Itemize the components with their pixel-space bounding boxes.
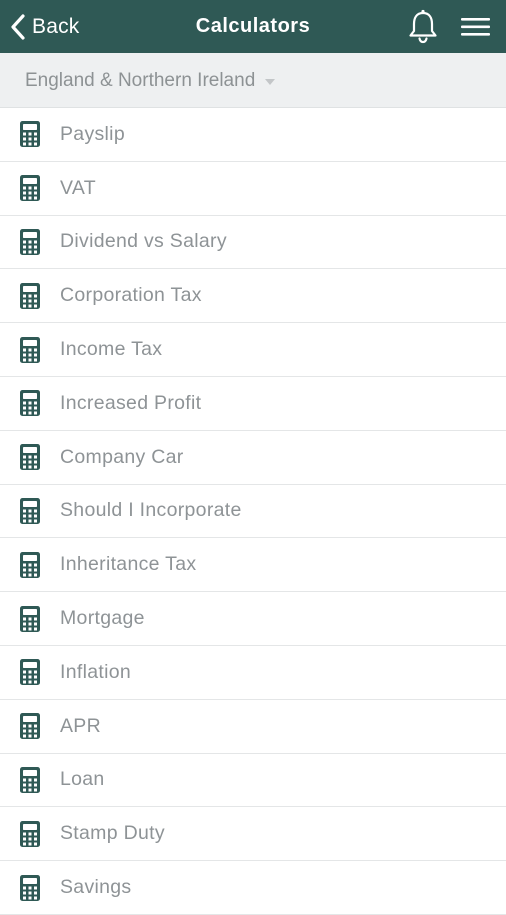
app-header: Back Calculators — [0, 0, 506, 53]
calculator-icon — [19, 658, 41, 686]
list-item[interactable]: Inheritance Tax — [0, 538, 506, 593]
list-item[interactable]: Loan — [0, 754, 506, 808]
list-item-label: Loan — [60, 768, 105, 791]
region-dropdown[interactable]: England & Northern Ireland — [25, 53, 276, 108]
list-item[interactable]: VAT — [0, 162, 506, 216]
list-item[interactable]: Stamp Duty — [0, 807, 506, 862]
calculator-icon — [19, 874, 41, 902]
list-item-label: Savings — [60, 876, 132, 899]
list-item-label: Increased Profit — [60, 391, 202, 414]
calculator-icon — [19, 820, 41, 848]
caret-down-icon — [265, 78, 276, 85]
list-item[interactable]: Company Car — [0, 431, 506, 485]
list-item-label: Should I Incorporate — [60, 499, 242, 522]
list-item[interactable]: Should I Incorporate — [0, 485, 506, 539]
calculator-list: Payslip VAT Dividend vs Salary Corporation … — [0, 108, 506, 915]
list-item[interactable]: Corporation Tax — [0, 269, 506, 324]
calculator-icon — [19, 551, 41, 579]
list-item-label: VAT — [60, 176, 96, 199]
list-item[interactable]: Increased Profit — [0, 377, 506, 431]
calculator-icon — [19, 712, 41, 740]
list-item-label: Payslip — [60, 122, 125, 145]
calculator-icon — [19, 605, 41, 633]
list-item[interactable]: APR — [0, 700, 506, 754]
calculator-icon — [19, 443, 41, 471]
calculator-icon — [19, 336, 41, 364]
region-selected-value: England & Northern Ireland — [25, 69, 256, 91]
list-item-label: Inflation — [60, 660, 131, 683]
list-item-label: Corporation Tax — [60, 284, 202, 307]
list-item-label: Stamp Duty — [60, 822, 165, 845]
list-item[interactable]: Savings — [0, 861, 506, 915]
list-item-label: Company Car — [60, 445, 184, 468]
calculator-icon — [19, 497, 41, 525]
list-item[interactable]: Inflation — [0, 646, 506, 700]
list-item-label: APR — [60, 714, 101, 737]
list-item-label: Mortgage — [60, 607, 145, 630]
list-item-label: Dividend vs Salary — [60, 230, 227, 253]
list-item[interactable]: Payslip — [0, 108, 506, 162]
hamburger-menu-icon[interactable] — [458, 12, 494, 42]
list-item[interactable]: Mortgage — [0, 592, 506, 646]
calculator-icon — [19, 282, 41, 310]
list-item[interactable]: Dividend vs Salary — [0, 216, 506, 270]
calculator-icon — [19, 228, 41, 256]
list-item[interactable]: Income Tax — [0, 323, 506, 377]
list-item-label: Inheritance Tax — [60, 553, 197, 576]
region-bar: England & Northern Ireland — [0, 53, 506, 108]
calculator-icon — [19, 766, 41, 794]
calculator-icon — [19, 174, 41, 202]
calculator-icon — [19, 120, 41, 148]
list-item-label: Income Tax — [60, 338, 163, 361]
calculator-icon — [19, 389, 41, 417]
bell-icon[interactable] — [404, 8, 442, 46]
